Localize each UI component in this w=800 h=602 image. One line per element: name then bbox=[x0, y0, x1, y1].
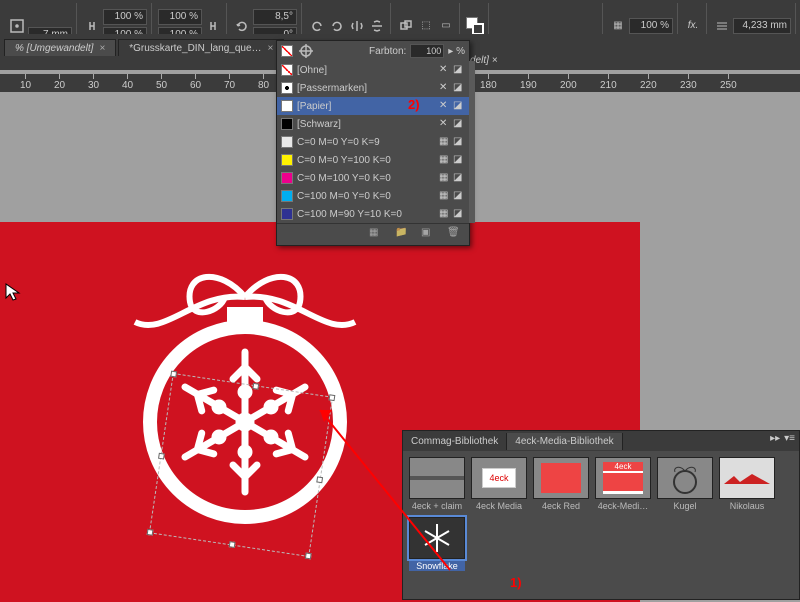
library-item[interactable]: Kugel bbox=[657, 457, 713, 511]
close-icon[interactable]: × bbox=[99, 43, 105, 54]
none-swatch-icon[interactable] bbox=[281, 45, 293, 57]
annotation-arrow bbox=[300, 390, 500, 590]
annotation-number-1: 1) bbox=[510, 575, 522, 590]
swatch-row[interactable]: [Schwarz]✕◪ bbox=[277, 115, 469, 133]
panel-collapse-icon[interactable]: ▸▸ bbox=[770, 433, 780, 444]
tint-label: Farbton: bbox=[369, 46, 406, 57]
flip-v-icon[interactable] bbox=[368, 17, 386, 35]
link-wh-icon[interactable] bbox=[83, 17, 101, 35]
library-tab-4eck[interactable]: 4eck-Media-Bibliothek bbox=[507, 433, 622, 450]
effects-icon[interactable]: ▦ bbox=[609, 17, 627, 35]
doc-tab-2[interactable]: *Grusskarte_DIN_lang_que…× bbox=[118, 39, 284, 56]
select-content-icon[interactable]: ▭ bbox=[437, 17, 455, 35]
link-scale-icon[interactable] bbox=[204, 17, 222, 35]
registration-icon[interactable] bbox=[297, 42, 315, 60]
swatch-row[interactable]: [Passermarken]✕◪ bbox=[277, 79, 469, 97]
panel-menu-icon[interactable]: ▾≡ bbox=[784, 433, 795, 444]
rotate-ccw-icon[interactable] bbox=[308, 17, 326, 35]
angle-field[interactable]: 8,5° bbox=[253, 9, 297, 25]
scrollbar[interactable] bbox=[469, 61, 475, 223]
annotation-number-2: 2) bbox=[408, 97, 420, 112]
swatch-row[interactable]: C=0 M=0 Y=0 K=9▦◪ bbox=[277, 133, 469, 151]
trash-icon[interactable]: 🗑 bbox=[447, 227, 463, 243]
swatch-row[interactable]: [Papier]✕◪ bbox=[277, 97, 469, 115]
stroke-swatch[interactable] bbox=[472, 23, 484, 35]
fx-button[interactable]: fx. bbox=[684, 17, 702, 35]
stroke-field[interactable]: 4,233 mm bbox=[733, 18, 791, 34]
arrange-icon[interactable] bbox=[397, 17, 415, 35]
swatch-row[interactable]: C=0 M=0 Y=100 K=0▦◪ bbox=[277, 151, 469, 169]
library-item[interactable]: Nikolaus bbox=[719, 457, 775, 511]
scale-x-field[interactable]: 100 % bbox=[103, 9, 147, 25]
new-folder-icon[interactable]: 📁 bbox=[395, 227, 411, 243]
select-container-icon[interactable]: ⬚ bbox=[417, 17, 435, 35]
rotate-icon bbox=[233, 17, 251, 35]
rotate-cw-icon[interactable] bbox=[328, 17, 346, 35]
doc-tab-1[interactable]: % [Umgewandelt]× bbox=[4, 39, 116, 56]
scale-3-field[interactable]: 100 % bbox=[158, 9, 202, 25]
flip-h-icon[interactable] bbox=[348, 17, 366, 35]
cursor-icon bbox=[4, 282, 24, 302]
swatch-row[interactable]: C=0 M=100 Y=0 K=0▦◪ bbox=[277, 169, 469, 187]
library-item[interactable]: 4eck4eck-Medi… bbox=[595, 457, 651, 511]
new-swatch-icon[interactable]: ▣ bbox=[421, 227, 437, 243]
library-item[interactable]: 4eck Red bbox=[533, 457, 589, 511]
reference-point-icon[interactable] bbox=[8, 17, 26, 35]
tint-field[interactable] bbox=[410, 44, 444, 58]
close-icon[interactable]: × bbox=[268, 43, 274, 54]
swatch-row[interactable]: C=100 M=0 Y=0 K=0▦◪ bbox=[277, 187, 469, 205]
swatch-row[interactable]: [Ohne]✕◪ bbox=[277, 61, 469, 79]
show-options-icon[interactable]: ▦ bbox=[369, 227, 385, 243]
tint-slider-icon[interactable]: ▸ % bbox=[448, 46, 465, 57]
stroke-weight-icon bbox=[713, 17, 731, 35]
swatch-row[interactable]: C=100 M=90 Y=10 K=0▦◪ bbox=[277, 205, 469, 223]
opacity-field[interactable]: 100 % bbox=[629, 18, 673, 34]
swatches-panel: Farbton: ▸ % [Ohne]✕◪[Passermarken]✕◪[Pa… bbox=[276, 40, 470, 246]
swatch-list: [Ohne]✕◪[Passermarken]✕◪[Papier]✕◪[Schwa… bbox=[277, 61, 469, 223]
close-icon[interactable]: × bbox=[492, 55, 498, 66]
swatch-footer: ▦ 📁 ▣ 🗑 bbox=[277, 223, 469, 245]
